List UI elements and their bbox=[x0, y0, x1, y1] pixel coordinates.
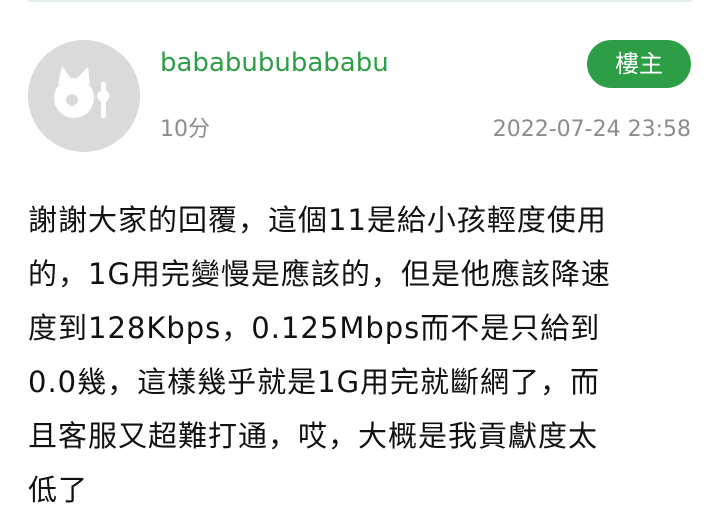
username-link[interactable]: bababububababu bbox=[160, 46, 389, 80]
post-body-line: 低了 bbox=[28, 473, 89, 507]
thread-owner-badge[interactable]: 樓主 bbox=[587, 40, 691, 88]
post-body-line: 的，1G用完變慢是應該的，但是他應該降速 bbox=[28, 257, 611, 291]
default-avatar-icon bbox=[28, 40, 140, 152]
post-body-line: 謝謝大家的回覆，這個11是給小孩輕度使用 bbox=[28, 203, 607, 237]
post-score: 10分 bbox=[160, 117, 210, 142]
post-body-line: 0.0幾，這樣幾乎就是1G用完就斷網了，而 bbox=[28, 365, 601, 399]
post-body-line: 且客服又超難打通，哎，大概是我貢獻度太 bbox=[28, 419, 599, 453]
post-body: 謝謝大家的回覆，這個11是給小孩輕度使用 的，1G用完變慢是應該的，但是他應該降… bbox=[28, 193, 696, 517]
top-divider bbox=[28, 0, 692, 2]
avatar[interactable] bbox=[28, 40, 140, 152]
post-body-line: 度到128Kbps，0.125Mbps而不是只給到 bbox=[28, 311, 601, 345]
post-timestamp: 2022-07-24 23:58 bbox=[492, 117, 691, 142]
